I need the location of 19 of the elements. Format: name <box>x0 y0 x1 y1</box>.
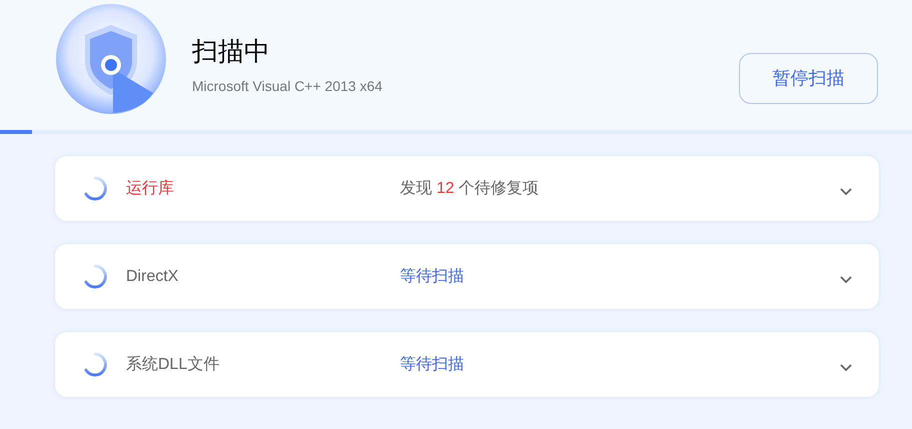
scan-item-card[interactable]: 系统DLL文件 等待扫描 <box>55 332 879 397</box>
item-name: 系统DLL文件 <box>126 354 220 374</box>
loading-spinner-icon <box>83 176 108 201</box>
chevron-down-icon[interactable] <box>840 276 852 284</box>
scan-item-card[interactable]: 运行库 发现 12 个待修复项 <box>55 156 879 221</box>
pause-scan-button[interactable]: 暂停扫描 <box>739 52 878 104</box>
shield-scan-icon <box>55 3 167 115</box>
item-name: 运行库 <box>126 178 175 198</box>
item-name: DirectX <box>126 266 180 286</box>
item-status: 等待扫描 <box>400 354 465 374</box>
scan-target: Microsoft Visual C++ 2013 x64 <box>192 76 384 96</box>
loading-spinner-icon <box>83 264 108 289</box>
item-status: 等待扫描 <box>400 266 465 286</box>
scan-item-card[interactable]: DirectX 等待扫描 <box>55 244 879 309</box>
chevron-down-icon[interactable] <box>840 364 852 372</box>
item-status: 发现 12 个待修复项 <box>400 178 540 198</box>
loading-spinner-icon <box>83 352 108 377</box>
scan-title: 扫描中 <box>192 34 271 68</box>
chevron-down-icon[interactable] <box>840 188 852 196</box>
